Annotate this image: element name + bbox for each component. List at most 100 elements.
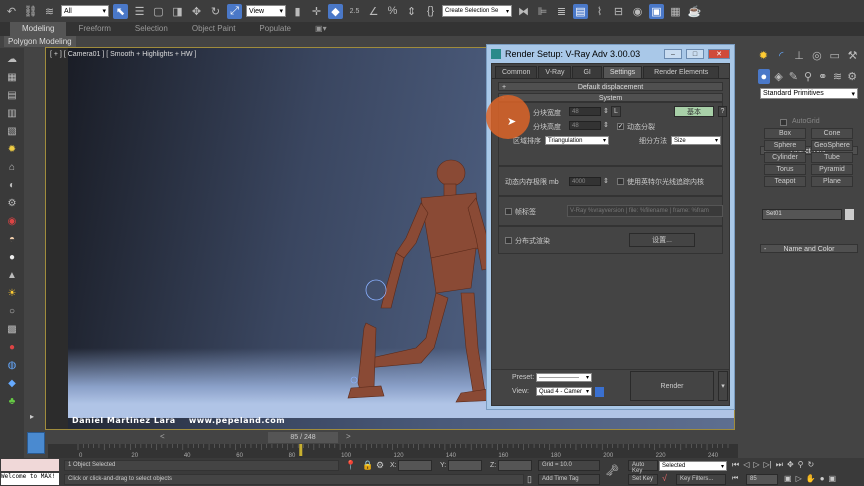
- tab-common[interactable]: Common: [495, 66, 538, 78]
- help-button[interactable]: ?: [718, 106, 727, 117]
- spacewarps-icon[interactable]: ≋: [832, 69, 844, 84]
- box-icon[interactable]: ▤: [5, 88, 20, 103]
- frame-stamp-text[interactable]: V-Ray %vrayversion | file: %filename | f…: [567, 205, 723, 217]
- set-key-button[interactable]: Set Key: [628, 474, 658, 485]
- percent-snap-icon[interactable]: %: [385, 4, 400, 19]
- keyboard-shortcut-icon[interactable]: ◆: [328, 3, 343, 19]
- bucket-width-spinner[interactable]: 48: [569, 107, 601, 116]
- box-button[interactable]: Box: [764, 128, 806, 139]
- sun-icon[interactable]: ☀: [5, 286, 20, 301]
- scale-icon[interactable]: ⤢: [227, 3, 242, 19]
- curve-editor-icon[interactable]: ⌇: [592, 4, 607, 19]
- link-icon[interactable]: ⛓: [23, 4, 38, 19]
- schematic-view-icon[interactable]: ⊟: [611, 4, 626, 19]
- box-icon[interactable]: ▦: [5, 70, 20, 85]
- isolate-icon[interactable]: 📍: [345, 460, 356, 471]
- scene-explorer-icon[interactable]: ▤: [573, 3, 588, 19]
- preset-dropdown[interactable]: -------------------- ▾: [536, 373, 592, 382]
- close-button[interactable]: ✕: [708, 49, 730, 59]
- light-icon[interactable]: ✹: [5, 142, 20, 157]
- render-icon[interactable]: ◉: [5, 214, 20, 229]
- bind-spacewarp-icon[interactable]: ≋: [42, 4, 57, 19]
- dialog-titlebar[interactable]: Render Setup: V-Ray Adv 3.00.03 – □ ✕: [491, 45, 730, 63]
- rect-selection-icon[interactable]: ▢: [151, 4, 166, 19]
- plane-button[interactable]: Plane: [811, 176, 853, 187]
- select-object-icon[interactable]: ⬉: [113, 3, 128, 19]
- pyramid-button[interactable]: Pyramid: [811, 164, 853, 175]
- undo-icon[interactable]: ↶: [4, 4, 19, 19]
- display-tab-icon[interactable]: ▭: [827, 48, 842, 63]
- tube-button[interactable]: Tube: [811, 152, 853, 163]
- tab-settings[interactable]: Settings: [602, 66, 643, 78]
- named-selection-dropdown[interactable]: Create Selection Se ▾: [442, 5, 512, 17]
- x-coord-input[interactable]: [398, 460, 432, 471]
- systems-icon[interactable]: ⚙: [846, 69, 858, 84]
- dynamic-split-checkbox[interactable]: ✓: [617, 123, 624, 130]
- key-mode-dropdown[interactable]: Selected ▾: [659, 461, 727, 471]
- go-to-end-icon[interactable]: ⏭: [776, 460, 783, 470]
- lock-view-icon[interactable]: [595, 387, 604, 397]
- layer-icon[interactable]: ≣: [554, 4, 569, 19]
- timeline-track[interactable]: 0 20 40 60 80 100 120 140 160 180 200 220 240: [48, 444, 738, 459]
- render-options-arrow[interactable]: ▾: [718, 371, 728, 401]
- window-crossing-icon[interactable]: ◨: [170, 4, 185, 19]
- pan-icon[interactable]: ✥: [787, 460, 794, 470]
- utilities-tab-icon[interactable]: ⚒: [845, 48, 860, 63]
- lock-button[interactable]: L: [611, 106, 621, 117]
- torus-button[interactable]: Torus: [764, 164, 806, 175]
- auto-key-button[interactable]: Auto Key: [628, 460, 658, 474]
- current-frame-marker[interactable]: [299, 444, 303, 456]
- bucket-height-spinner[interactable]: 48: [569, 121, 601, 130]
- globe-icon[interactable]: ◍: [5, 358, 20, 373]
- teapot-icon[interactable]: ☁: [5, 52, 20, 67]
- edit-named-sets-icon[interactable]: {}: [423, 4, 438, 19]
- ball-icon[interactable]: ●: [5, 340, 20, 355]
- current-frame-input[interactable]: 85: [746, 474, 778, 485]
- tab-vray[interactable]: V-Ray: [538, 66, 572, 78]
- prev-key-icon[interactable]: ◁: [743, 460, 749, 470]
- frame-stamp-checkbox[interactable]: [505, 208, 512, 215]
- key-curve-icon[interactable]: √: [662, 473, 667, 483]
- hemisphere-icon[interactable]: ◓: [5, 232, 20, 247]
- angle-snap-icon[interactable]: ∠: [366, 4, 381, 19]
- geometry-icon[interactable]: ●: [758, 69, 770, 84]
- minimize-button[interactable]: –: [664, 49, 682, 59]
- zoom-icon[interactable]: ⚲: [798, 460, 804, 470]
- orbit-point-icon[interactable]: ●: [820, 474, 825, 483]
- mem-limit-spinner[interactable]: 4000: [569, 177, 601, 186]
- maxscript-listener[interactable]: [1, 459, 59, 471]
- ribbon-tab-freeform[interactable]: Freeform: [66, 22, 122, 36]
- division-dropdown[interactable]: Size ▾: [671, 136, 721, 145]
- sequence-dropdown[interactable]: Triangulation ▾: [545, 136, 609, 145]
- maxscript-output[interactable]: Welcome to MAX!: [1, 473, 59, 485]
- tab-render-elements[interactable]: Render Elements: [643, 66, 720, 78]
- rollout-default-displacement[interactable]: + Default displacement: [498, 82, 723, 91]
- spinner-arrows-icon[interactable]: ⇕: [603, 177, 609, 185]
- polygon-modeling-panel[interactable]: Polygon Modeling: [4, 36, 76, 47]
- time-config-icon[interactable]: ▣: [784, 474, 792, 483]
- cone-icon[interactable]: ▲: [5, 268, 20, 283]
- cone-button[interactable]: Cone: [811, 128, 853, 139]
- rollout-name-and-color[interactable]: - Name and Color: [760, 244, 858, 253]
- object-name-input[interactable]: Set01: [762, 209, 842, 220]
- move-icon[interactable]: ✥: [189, 4, 204, 19]
- ribbon-tab-modeling[interactable]: Modeling: [10, 22, 67, 36]
- cameras-icon[interactable]: ⚲: [802, 69, 814, 84]
- transform-type-icon[interactable]: ⚙: [376, 460, 384, 471]
- field-of-view-icon[interactable]: ▷: [796, 474, 802, 483]
- box-icon[interactable]: ▧: [5, 124, 20, 139]
- sphere-icon[interactable]: ◐: [5, 178, 20, 193]
- spinner-snap-icon[interactable]: ⇕: [404, 4, 419, 19]
- teapot-button[interactable]: Teapot: [764, 176, 806, 187]
- lights-icon[interactable]: ✎: [787, 69, 799, 84]
- sphere-icon[interactable]: ●: [5, 250, 20, 265]
- shapes-icon[interactable]: ◈: [773, 69, 785, 84]
- distributed-checkbox[interactable]: [505, 237, 512, 244]
- mirror-icon[interactable]: ⧓: [516, 4, 531, 19]
- align-icon[interactable]: ⊫: [535, 4, 550, 19]
- category-dropdown[interactable]: Standard Primitives ▾: [760, 88, 858, 99]
- selection-filter-dropdown[interactable]: All ▾: [61, 5, 109, 17]
- cylinder-button[interactable]: Cylinder: [764, 152, 806, 163]
- gear-icon[interactable]: ⚙: [5, 196, 20, 211]
- next-key-icon[interactable]: ▷|: [764, 460, 772, 470]
